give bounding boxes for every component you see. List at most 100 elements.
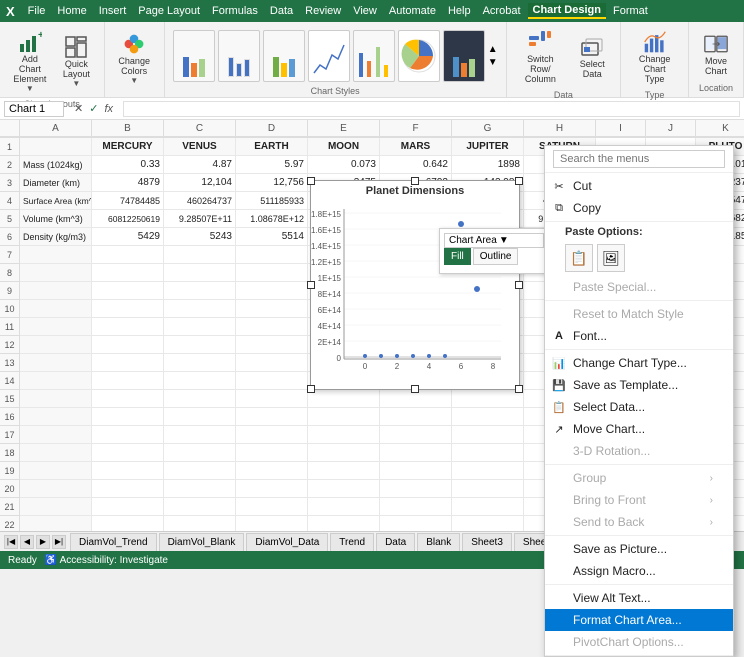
cell-d17[interactable] bbox=[236, 426, 308, 444]
chart-handle-tl[interactable] bbox=[307, 177, 315, 185]
cell-g15[interactable] bbox=[452, 390, 524, 408]
menu-insert[interactable]: Insert bbox=[94, 4, 132, 18]
menu-item-change-chart-type[interactable]: 📊 Change Chart Type... bbox=[545, 352, 733, 374]
cell-a3[interactable]: Diameter (km) bbox=[20, 174, 92, 192]
cell-b6[interactable]: 5429 bbox=[92, 228, 164, 246]
select-data-button[interactable]: SelectData bbox=[572, 31, 612, 83]
menu-view[interactable]: View bbox=[348, 4, 382, 18]
sheet-tab-sheet3[interactable]: Sheet3 bbox=[462, 533, 512, 551]
cell-b14[interactable] bbox=[92, 372, 164, 390]
menu-page-layout[interactable]: Page Layout bbox=[133, 4, 205, 18]
add-chart-element-button[interactable]: + Add ChartElement ▼ bbox=[7, 26, 52, 97]
cell-b8[interactable] bbox=[92, 264, 164, 282]
cell-d18[interactable] bbox=[236, 444, 308, 462]
sheet-nav-next[interactable]: ▶ bbox=[36, 535, 50, 549]
chart-style-dark[interactable] bbox=[443, 30, 485, 82]
cell-b15[interactable] bbox=[92, 390, 164, 408]
menu-item-copy[interactable]: ⧉ Copy bbox=[545, 197, 733, 219]
cell-b13[interactable] bbox=[92, 354, 164, 372]
cell-d15[interactable] bbox=[236, 390, 308, 408]
menu-item-assign-macro[interactable]: Assign Macro... bbox=[545, 560, 733, 582]
cell-b7[interactable] bbox=[92, 246, 164, 264]
cell-d8[interactable] bbox=[236, 264, 308, 282]
cell-g1[interactable]: JUPITER bbox=[452, 138, 524, 156]
cell-g17[interactable] bbox=[452, 426, 524, 444]
cell-c18[interactable] bbox=[164, 444, 236, 462]
move-chart-button[interactable]: MoveChart bbox=[696, 28, 736, 80]
chart-handle-br[interactable] bbox=[515, 385, 523, 393]
menu-item-format-chart-area[interactable]: Format Chart Area... bbox=[545, 609, 733, 631]
cell-a8[interactable] bbox=[20, 264, 92, 282]
cell-g2[interactable]: 1898 bbox=[452, 156, 524, 174]
cell-c8[interactable] bbox=[164, 264, 236, 282]
cell-e2[interactable]: 0.073 bbox=[308, 156, 380, 174]
menu-chart-design[interactable]: Chart Design bbox=[528, 3, 606, 19]
chart-area-dropdown[interactable]: Chart Area ▼ bbox=[444, 233, 544, 248]
cell-b4[interactable]: 74784485 bbox=[92, 192, 164, 210]
chart-handle-tr[interactable] bbox=[515, 177, 523, 185]
menu-help[interactable]: Help bbox=[443, 4, 476, 18]
cell-a13[interactable] bbox=[20, 354, 92, 372]
cell-a2[interactable]: Mass (1024kg) bbox=[20, 156, 92, 174]
sheet-nav-prev[interactable]: ◀ bbox=[20, 535, 34, 549]
cell-c5[interactable]: 9.28507E+11 bbox=[164, 210, 236, 228]
menu-item-alt-text[interactable]: View Alt Text... bbox=[545, 587, 733, 609]
cell-b3[interactable]: 4879 bbox=[92, 174, 164, 192]
cell-d19[interactable] bbox=[236, 462, 308, 480]
cell-e1[interactable]: MOON bbox=[308, 138, 380, 156]
chart-style-3[interactable] bbox=[263, 30, 305, 82]
cell-c20[interactable] bbox=[164, 480, 236, 498]
cell-f22[interactable] bbox=[380, 516, 452, 531]
menu-acrobat[interactable]: Acrobat bbox=[478, 4, 526, 18]
menu-home[interactable]: Home bbox=[52, 4, 91, 18]
paste-btn-1[interactable]: 📋 bbox=[565, 244, 593, 272]
cell-b10[interactable] bbox=[92, 300, 164, 318]
cell-c14[interactable] bbox=[164, 372, 236, 390]
cell-d3[interactable]: 12,756 bbox=[236, 174, 308, 192]
cell-g22[interactable] bbox=[452, 516, 524, 531]
confirm-formula-icon[interactable]: ✓ bbox=[87, 102, 100, 115]
menu-review[interactable]: Review bbox=[300, 4, 346, 18]
chart-style-4[interactable] bbox=[308, 30, 350, 82]
chart-handle-mr[interactable] bbox=[515, 281, 523, 289]
cell-g18[interactable] bbox=[452, 444, 524, 462]
sheet-nav-first[interactable]: |◀ bbox=[4, 535, 18, 549]
cell-b20[interactable] bbox=[92, 480, 164, 498]
cell-a1[interactable] bbox=[20, 138, 92, 156]
menu-item-cut[interactable]: ✂ Cut bbox=[545, 175, 733, 197]
cell-d12[interactable] bbox=[236, 336, 308, 354]
cell-a18[interactable] bbox=[20, 444, 92, 462]
cell-c10[interactable] bbox=[164, 300, 236, 318]
cell-f2[interactable]: 0.642 bbox=[380, 156, 452, 174]
cell-b19[interactable] bbox=[92, 462, 164, 480]
cell-a20[interactable] bbox=[20, 480, 92, 498]
cell-f18[interactable] bbox=[380, 444, 452, 462]
cell-d6[interactable]: 5514 bbox=[236, 228, 308, 246]
sheet-tab-diamvol-data[interactable]: DiamVol_Data bbox=[246, 533, 328, 551]
chart-handle-tm[interactable] bbox=[411, 177, 419, 185]
switch-row-col-button[interactable]: Switch Row/Column bbox=[515, 26, 567, 88]
cell-d20[interactable] bbox=[236, 480, 308, 498]
col-header-d[interactable]: D bbox=[236, 120, 308, 137]
cell-b11[interactable] bbox=[92, 318, 164, 336]
col-header-h[interactable]: H bbox=[524, 120, 596, 137]
cell-a6[interactable]: Density (kg/m3) bbox=[20, 228, 92, 246]
menu-formulas[interactable]: Formulas bbox=[207, 4, 263, 18]
cell-e16[interactable] bbox=[308, 408, 380, 426]
sheet-tab-diamvol-trend[interactable]: DiamVol_Trend bbox=[70, 533, 157, 551]
col-header-a[interactable]: A bbox=[20, 120, 92, 137]
cell-e22[interactable] bbox=[308, 516, 380, 531]
cell-f1[interactable]: MARS bbox=[380, 138, 452, 156]
menu-automate[interactable]: Automate bbox=[384, 4, 441, 18]
cell-a15[interactable] bbox=[20, 390, 92, 408]
cell-c11[interactable] bbox=[164, 318, 236, 336]
cell-g20[interactable] bbox=[452, 480, 524, 498]
cell-f20[interactable] bbox=[380, 480, 452, 498]
cell-b16[interactable] bbox=[92, 408, 164, 426]
cancel-formula-icon[interactable]: ✕ bbox=[72, 102, 85, 115]
cell-e20[interactable] bbox=[308, 480, 380, 498]
menu-item-save-template[interactable]: 💾 Save as Template... bbox=[545, 374, 733, 396]
cell-c15[interactable] bbox=[164, 390, 236, 408]
chart-style-6[interactable] bbox=[398, 30, 440, 82]
chart-handle-ml[interactable] bbox=[307, 281, 315, 289]
